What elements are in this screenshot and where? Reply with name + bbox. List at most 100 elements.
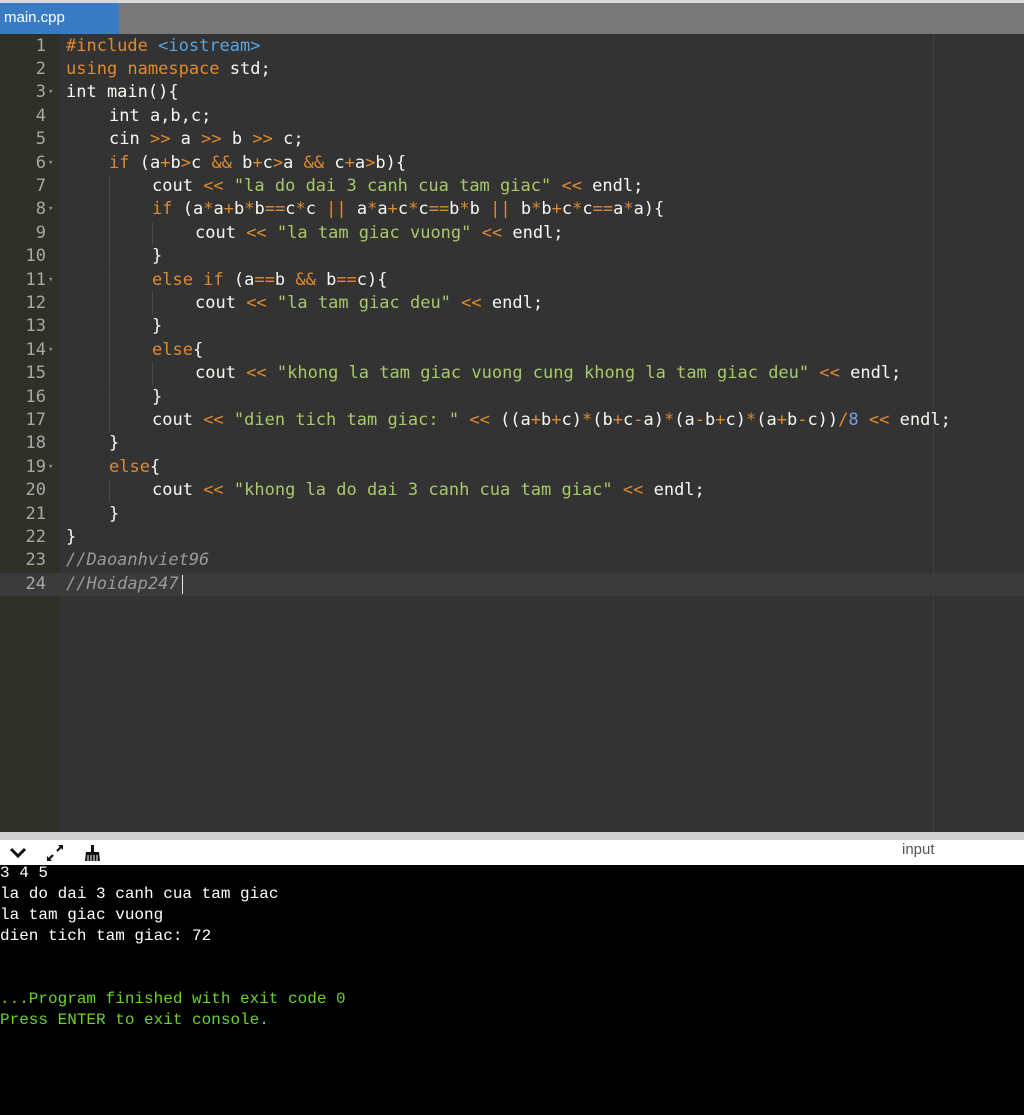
code-text: }: [152, 386, 162, 409]
code-token: "khong la tam giac vuong cung khong la t…: [276, 363, 810, 384]
code-token: <iostream>: [158, 35, 261, 56]
code-token: c: [305, 199, 327, 220]
code-token: }: [66, 526, 77, 547]
code-line[interactable]: 18}: [0, 432, 1024, 455]
code-line[interactable]: 14 ▾ else{: [0, 339, 1024, 362]
code-token: c: [418, 199, 429, 220]
code-token: b: [170, 152, 181, 173]
indent-guide: [109, 291, 110, 316]
fold-arrow-icon[interactable]: ▾: [48, 339, 53, 362]
code-token: >>: [252, 129, 273, 150]
panel-splitter[interactable]: [0, 832, 1024, 840]
fold-arrow-icon[interactable]: ▾: [48, 269, 53, 292]
code-line[interactable]: 13}: [0, 315, 1024, 338]
code-line[interactable]: 7 cout << "la do dai 3 canh cua tam giac"…: [0, 175, 1024, 198]
fold-arrow-icon[interactable]: ▾: [48, 152, 53, 175]
code-line[interactable]: 8 ▾ if (a*a+b*b==c*c || a*a+c*c==b*b || b*…: [0, 198, 1024, 221]
line-number: 2: [35, 58, 46, 79]
code-token: }: [109, 503, 120, 524]
code-line[interactable]: 21}: [0, 503, 1024, 526]
indent-guide: [109, 408, 110, 433]
code-token: endl;: [839, 363, 902, 384]
code-token: c): [561, 409, 583, 430]
code-line[interactable]: 15 cout << "khong la tam giac vuong cung …: [0, 362, 1024, 385]
code-line[interactable]: 16}: [0, 386, 1024, 409]
text-cursor: [181, 574, 183, 594]
code-token: <<: [203, 175, 224, 196]
code-token: +: [551, 199, 562, 220]
code-text: cout << "la tam giac deu" << endl;: [195, 292, 543, 315]
code-editor[interactable]: 1 #include <iostream> 2 using namespace std…: [0, 34, 1024, 832]
code-line[interactable]: 23 //Daoanhviet96: [0, 549, 1024, 572]
line-number: 21: [25, 503, 46, 524]
tab-main-cpp[interactable]: main.cpp: [0, 3, 119, 34]
code-text: cout << "la do dai 3 canh cua tam giac" …: [152, 175, 643, 198]
chevron-down-icon[interactable]: [8, 843, 28, 863]
code-token: (a: [129, 152, 161, 173]
code-line[interactable]: 12 cout << "la tam giac deu" << endl;: [0, 292, 1024, 315]
code-line[interactable]: 24 //Hoidap247: [0, 573, 1024, 596]
code-line[interactable]: 5 cin >> a >> b >> c;: [0, 128, 1024, 151]
code-token: +: [776, 409, 787, 430]
fold-arrow-icon[interactable]: ▾: [48, 456, 53, 479]
code-line[interactable]: 4 int a,b,c;: [0, 105, 1024, 128]
code-token: +: [387, 199, 398, 220]
code-token: *: [459, 199, 470, 220]
line-number: 9: [35, 222, 46, 243]
code-text: cout << "khong la tam giac vuong cung kh…: [195, 362, 901, 385]
code-line[interactable]: 17 cout << "dien tich tam giac: " << ((a+…: [0, 409, 1024, 432]
code-token: }: [152, 386, 163, 407]
code-token: c: [190, 152, 212, 173]
code-token: }: [152, 246, 163, 267]
code-token: b: [233, 199, 245, 220]
code-token: *: [745, 409, 757, 430]
code-line[interactable]: 22}: [0, 526, 1024, 549]
code-token: c)): [807, 409, 839, 430]
code-line[interactable]: 9 cout << "la tam giac vuong" << endl;: [0, 222, 1024, 245]
code-token: {: [149, 456, 161, 477]
code-token: }: [152, 316, 163, 337]
code-token: *: [203, 199, 214, 220]
code-token: c: [324, 152, 345, 173]
code-line[interactable]: 20 cout << "khong la do dai 3 canh cua ta…: [0, 479, 1024, 502]
fold-arrow-icon[interactable]: ▾: [48, 198, 53, 221]
code-token: <<: [469, 409, 490, 430]
code-token: cout: [152, 175, 204, 196]
code-text: else{: [109, 456, 160, 479]
code-token: &&: [211, 152, 232, 173]
code-token: cout: [195, 222, 247, 243]
code-text: cout << "khong la do dai 3 canh cua tam …: [152, 479, 705, 502]
line-number: 16: [25, 386, 46, 407]
clear-console-icon[interactable]: [82, 843, 102, 863]
console-output[interactable]: 3 4 5 la do dai 3 canh cua tam giac la tam…: [0, 864, 1024, 1115]
code-text: using namespace std;: [66, 58, 271, 81]
code-line[interactable]: 6 ▾ if (a+b>c && b+c>a && c+a>b){: [0, 152, 1024, 175]
code-token: +: [252, 152, 263, 173]
code-line[interactable]: 3 ▾ int main(){: [0, 81, 1024, 104]
code-token: +: [223, 199, 234, 220]
line-number: 18: [25, 433, 46, 454]
code-text: if (a*a+b*b==c*c || a*a+c*c==b*b || b*b+…: [152, 198, 664, 221]
code-token: c: [262, 152, 273, 173]
code-line[interactable]: 1 #include <iostream>: [0, 35, 1024, 58]
code-line[interactable]: 10}: [0, 245, 1024, 268]
indent-guide: [109, 315, 110, 339]
indent-guide: [109, 479, 110, 503]
expand-icon[interactable]: [45, 843, 65, 863]
line-number: 1: [35, 35, 46, 56]
line-number: 4: [35, 105, 46, 126]
indent-guide: [109, 245, 110, 269]
line-number: 12: [25, 292, 46, 313]
input-tab-label[interactable]: input: [902, 840, 935, 862]
tab-bar: main.cpp: [0, 0, 1024, 34]
code-token: ||: [326, 199, 347, 220]
code-line[interactable]: 11 ▾ else if (a==b && b==c){: [0, 269, 1024, 292]
indent-guide: [152, 291, 153, 316]
code-line[interactable]: 2 using namespace std;: [0, 58, 1024, 81]
fold-arrow-icon[interactable]: ▾: [48, 81, 53, 104]
code-line[interactable]: 19 ▾ else{: [0, 456, 1024, 479]
